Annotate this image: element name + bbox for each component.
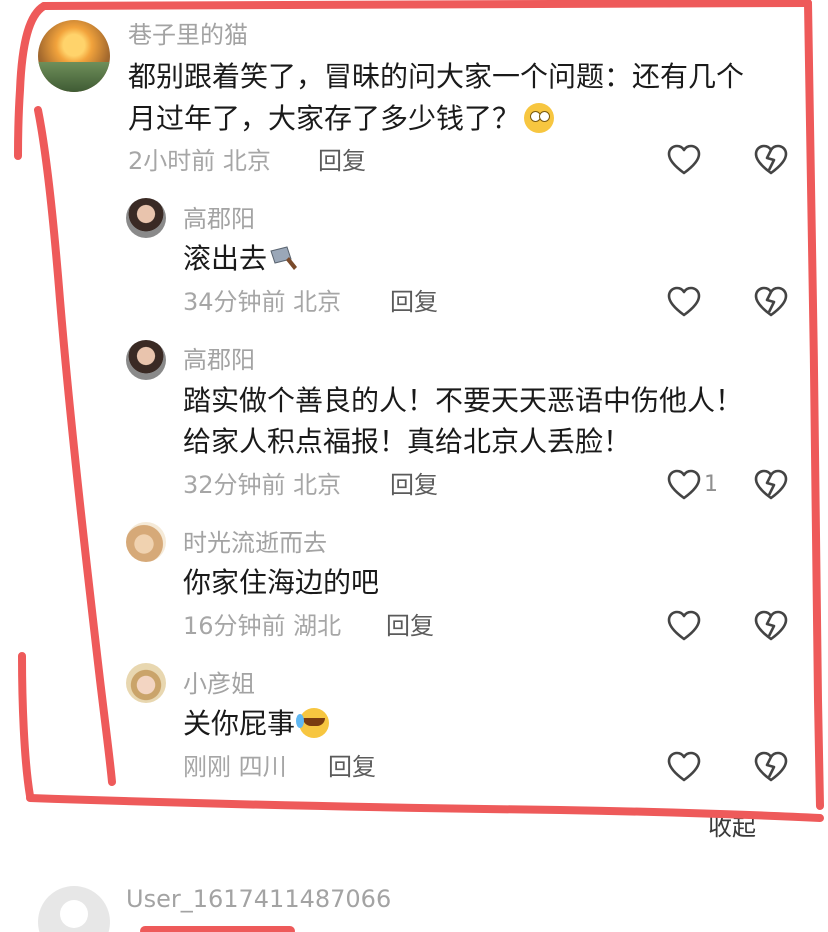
comment-text-line2: 给家人积点福报！真给北京人丢脸！ — [183, 425, 632, 458]
heart-outline-icon[interactable] — [667, 751, 701, 783]
rolling-eyes-emoji-icon — [524, 103, 555, 133]
avatar[interactable] — [126, 522, 166, 562]
comment-username[interactable]: 高郡阳 — [183, 345, 255, 375]
comment-username[interactable]: User_1617411487066 — [126, 884, 391, 914]
comment-text: 滚出去 — [183, 242, 268, 275]
comment-username[interactable]: 巷子里的猫 — [128, 20, 248, 50]
red-annotation-bar — [140, 926, 295, 932]
avatar[interactable] — [38, 886, 110, 932]
avatar[interactable] — [126, 340, 166, 380]
reply-button[interactable]: 回复 — [390, 287, 438, 317]
comment-username[interactable]: 高郡阳 — [183, 204, 255, 234]
comment-text-line1: 都别跟着笑了，冒昧的问大家一个问题：还有几个 — [128, 60, 745, 93]
heart-outline-icon[interactable] — [667, 286, 701, 318]
reply-button[interactable]: 回复 — [328, 752, 376, 782]
comment-username[interactable]: 时光流逝而去 — [183, 528, 327, 558]
reply-button[interactable]: 回复 — [390, 470, 438, 500]
comment-time-location: 16分钟前 湖北 — [183, 612, 342, 640]
reply-button[interactable]: 回复 — [318, 146, 366, 176]
comment-text-line2: 月过年了，大家存了多少钱了？ — [128, 102, 521, 135]
broken-heart-icon[interactable] — [754, 144, 788, 176]
broken-heart-icon[interactable] — [754, 286, 788, 318]
comment-username[interactable]: 小彦姐 — [183, 669, 255, 699]
reply-button[interactable]: 回复 — [386, 611, 434, 641]
heart-outline-icon[interactable] — [667, 144, 701, 176]
comment-time-location: 32分钟前 北京 — [183, 471, 342, 499]
avatar[interactable] — [126, 663, 166, 703]
like-count: 1 — [704, 472, 718, 497]
comment-time-location: 2小时前 北京 — [128, 147, 271, 175]
heart-outline-icon[interactable] — [667, 469, 701, 501]
broken-heart-icon[interactable] — [754, 469, 788, 501]
comment-text-line1: 踏实做个善良的人！不要天天恶语中伤他人！ — [183, 384, 744, 417]
broken-heart-icon[interactable] — [754, 751, 788, 783]
crying-laughing-emoji-icon — [296, 708, 330, 738]
avatar[interactable] — [126, 198, 166, 238]
comment-time-location: 34分钟前 北京 — [183, 288, 342, 316]
broken-heart-icon[interactable] — [754, 610, 788, 642]
cleaver-emoji-icon — [270, 246, 298, 270]
comment-text: 关你屁事 — [183, 707, 296, 740]
comment-time-location: 刚刚 四川 — [183, 753, 287, 781]
collapse-replies-button[interactable]: 收起 — [708, 812, 756, 842]
heart-outline-icon[interactable] — [667, 610, 701, 642]
avatar[interactable] — [38, 20, 110, 92]
comment-text: 你家住海边的吧 — [183, 566, 380, 599]
